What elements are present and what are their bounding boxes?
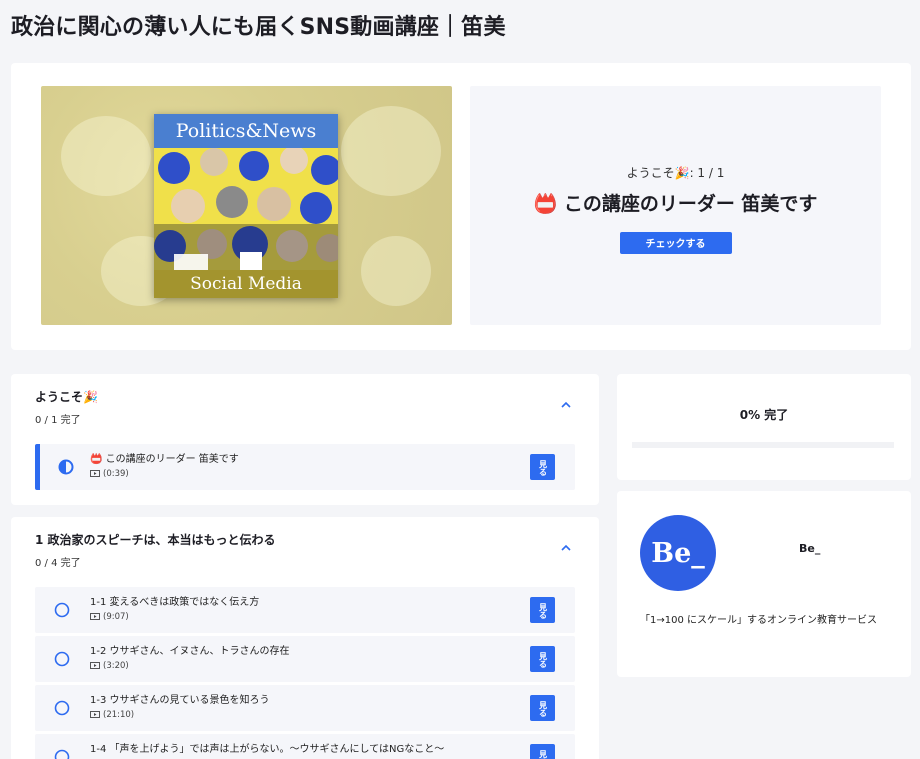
author-card: Be_ Be_ 「1→100 にスケール」するオンライン教育サービス — [617, 491, 911, 677]
check-button[interactable]: チェックする — [619, 231, 732, 254]
video-icon — [90, 662, 100, 669]
lesson-duration: (9:07) — [90, 612, 129, 622]
welcome-panel: ようこそ🎉: 1 / 1 📛 この講座のリーダー 笛美です チェックする — [470, 86, 881, 325]
course-cover-image: Politics&News Social Media — [154, 114, 338, 298]
video-icon — [90, 613, 100, 620]
welcome-lesson-count: ようこそ🎉: 1 / 1 — [626, 165, 725, 180]
chevron-up-icon[interactable] — [561, 543, 571, 553]
hero-card: Politics&News Social Media ようこそ🎉: 1 / 1 … — [11, 63, 911, 350]
lesson-duration: (0:39) — [90, 469, 129, 479]
lesson-title: 1-4 「声を上げよう」では声は上がらない。〜ウサギさんにしてはNGなこと〜 — [90, 744, 445, 755]
lesson-duration: (3:20) — [90, 661, 129, 671]
lesson-row[interactable]: 1-3 ウサギさんの見ている景色を知ろう (21:10) 見る — [35, 685, 575, 731]
lesson-row[interactable]: 📛 この講座のリーダー 笛美です (0:39) 見る — [35, 444, 575, 490]
lesson-title: 1-1 変えるべきは政策ではなく伝え方 — [90, 597, 260, 608]
section-title: ようこそ🎉 — [35, 390, 98, 404]
lesson-title: 📛 この講座のリーダー 笛美です — [90, 454, 239, 465]
lesson-row[interactable]: 1-2 ウサギさん、イヌさん、トラさんの存在 (3:20) 見る — [35, 636, 575, 682]
progress-label: 0% 完了 — [739, 408, 789, 422]
watch-button[interactable]: 見る — [530, 744, 555, 759]
author-description: 「1→100 にスケール」するオンライン教育サービス — [640, 615, 878, 626]
lesson-duration: (21:10) — [90, 710, 134, 720]
progress-card: 0% 完了 — [617, 374, 911, 480]
progress-bar — [632, 442, 894, 448]
curriculum-section-welcome: ようこそ🎉 0 / 1 完了 📛 この講座のリーダー 笛美です (0:39) 見… — [11, 374, 599, 505]
not-started-icon — [54, 651, 70, 667]
not-started-icon — [54, 700, 70, 716]
lesson-row[interactable]: 1-4 「声を上げよう」では声は上がらない。〜ウサギさんにしてはNGなこと〜 見… — [35, 734, 575, 759]
cover-top-text: Politics&News — [154, 114, 338, 148]
course-hero-image: Politics&News Social Media — [41, 86, 452, 325]
welcome-lesson-title: 📛 この講座のリーダー 笛美です — [533, 192, 818, 215]
lesson-title: 1-3 ウサギさんの見ている景色を知ろう — [90, 695, 270, 706]
video-icon — [90, 470, 100, 477]
lesson-duration-text: (0:39) — [103, 469, 129, 479]
not-started-icon — [54, 749, 70, 759]
video-icon — [90, 711, 100, 718]
section-title: 1 政治家のスピーチは、本当はもっと伝わる — [35, 533, 276, 547]
lesson-duration-text: (21:10) — [103, 710, 135, 720]
cover-bottom-text: Social Media — [154, 270, 338, 298]
watch-button[interactable]: 見る — [530, 646, 555, 672]
lesson-duration-text: (9:07) — [103, 612, 129, 622]
crowd-illustration — [154, 148, 338, 270]
lesson-row[interactable]: 1-1 変えるべきは政策ではなく伝え方 (9:07) 見る — [35, 587, 575, 633]
section-progress: 0 / 4 完了 — [35, 558, 81, 569]
curriculum-section-1: 1 政治家のスピーチは、本当はもっと伝わる 0 / 4 完了 1-1 変えるべき… — [11, 517, 599, 759]
watch-button[interactable]: 見る — [530, 597, 555, 623]
author-name[interactable]: Be_ — [799, 542, 820, 555]
chevron-up-icon[interactable] — [561, 400, 571, 410]
page-title: 政治に関心の薄い人にも届くSNS動画講座｜笛美 — [11, 15, 506, 40]
avatar[interactable]: Be_ — [640, 515, 716, 591]
in-progress-icon — [58, 459, 74, 475]
lesson-title: 1-2 ウサギさん、イヌさん、トラさんの存在 — [90, 646, 290, 657]
lesson-duration-text: (3:20) — [103, 661, 129, 671]
watch-button[interactable]: 見る — [530, 695, 555, 721]
watch-button[interactable]: 見る — [530, 454, 555, 480]
section-progress: 0 / 1 完了 — [35, 415, 81, 426]
not-started-icon — [54, 602, 70, 618]
